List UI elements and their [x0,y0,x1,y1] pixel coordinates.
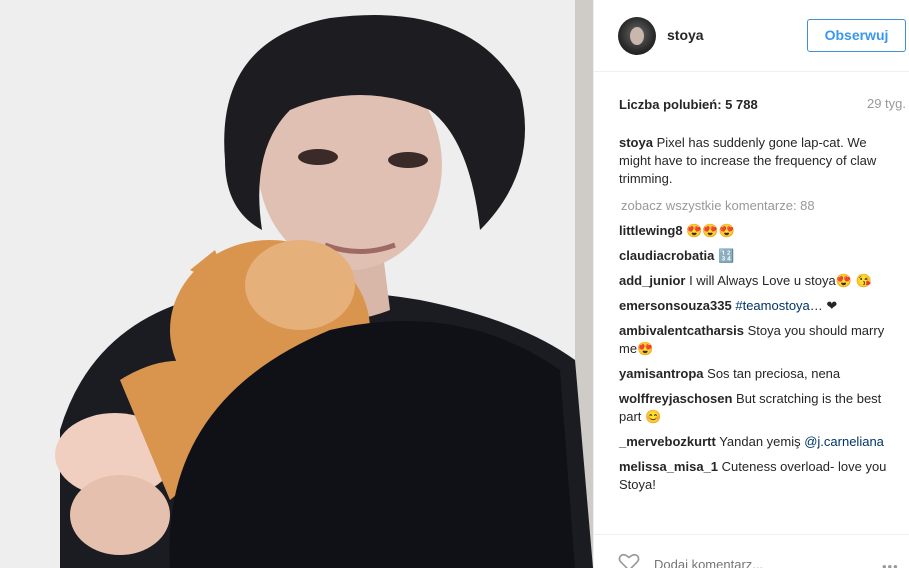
avatar[interactable] [618,17,656,55]
username-link[interactable]: stoya [667,27,704,43]
post-caption: stoya Pixel has suddenly gone lap-cat. W… [619,134,894,188]
follow-button[interactable]: Obserwuj [807,19,906,52]
post-footer: ••• [594,534,909,568]
post-side-panel: stoya Obserwuj Liczba polubień: 5 788 29… [593,0,909,568]
hashtag-link[interactable]: #teamostoya [735,298,809,313]
comment-item: wolffreyjaschosen But scratching is the … [619,390,894,426]
likes-count[interactable]: Liczba polubień: 5 788 [619,97,758,112]
comment-username[interactable]: add_junior [619,273,685,288]
mention-link[interactable]: @j.carneliana [804,434,884,449]
comment-text: 😍😍😍 [682,223,735,238]
comment-item: littlewing8 😍😍😍 [619,222,894,240]
comment-item: claudiacrobatia 🔢 [619,247,894,265]
likes-row: Liczba polubień: 5 788 29 tyg. [619,96,906,114]
post-header: stoya Obserwuj [594,0,909,72]
comment-username[interactable]: claudiacrobatia [619,248,714,263]
comment-item: ambivalentcatharsis Stoya you should mar… [619,322,894,358]
caption-text: Pixel has suddenly gone lap-cat. We migh… [619,135,877,186]
comment-username[interactable]: emersonsouza335 [619,298,732,313]
comment-item: emersonsouza335 #teamostoya… ❤ [619,297,894,315]
comment-text: Yandan yemiş [715,434,805,449]
comment-username[interactable]: melissa_misa_1 [619,459,718,474]
comment-username[interactable]: ambivalentcatharsis [619,323,744,338]
comment-username[interactable]: littlewing8 [619,223,683,238]
post-photo[interactable] [0,0,593,568]
photo-illustration [0,0,593,568]
comment-username[interactable]: _mervebozkurtt [619,434,716,449]
post-time[interactable]: 29 tyg. [867,96,906,111]
caption-username[interactable]: stoya [619,135,653,150]
comment-text-after: … ❤ [809,298,838,313]
comment-username[interactable]: wolffreyjaschosen [619,391,732,406]
view-all-comments-link[interactable]: zobacz wszystkie komentarze: 88 [619,197,894,215]
comment-text: 🔢 [714,248,735,263]
comment-item: melissa_misa_1 Cuteness overload- love y… [619,458,894,494]
comment-text: Sos tan preciosa, nena [703,366,841,381]
comment-item: yamisantropa Sos tan preciosa, nena [619,365,894,383]
heart-icon[interactable] [618,552,640,568]
add-comment-input[interactable] [654,554,864,568]
comment-text: I will Always Love u stoya😍 😘 [685,273,872,288]
comment-username[interactable]: yamisantropa [619,366,704,381]
comment-item: _mervebozkurtt Yandan yemiş @j.carnelian… [619,433,894,451]
more-options-icon[interactable]: ••• [882,559,899,568]
comments-list: stoya Pixel has suddenly gone lap-cat. W… [619,134,894,501]
comment-item: add_junior I will Always Love u stoya😍 😘 [619,272,894,290]
